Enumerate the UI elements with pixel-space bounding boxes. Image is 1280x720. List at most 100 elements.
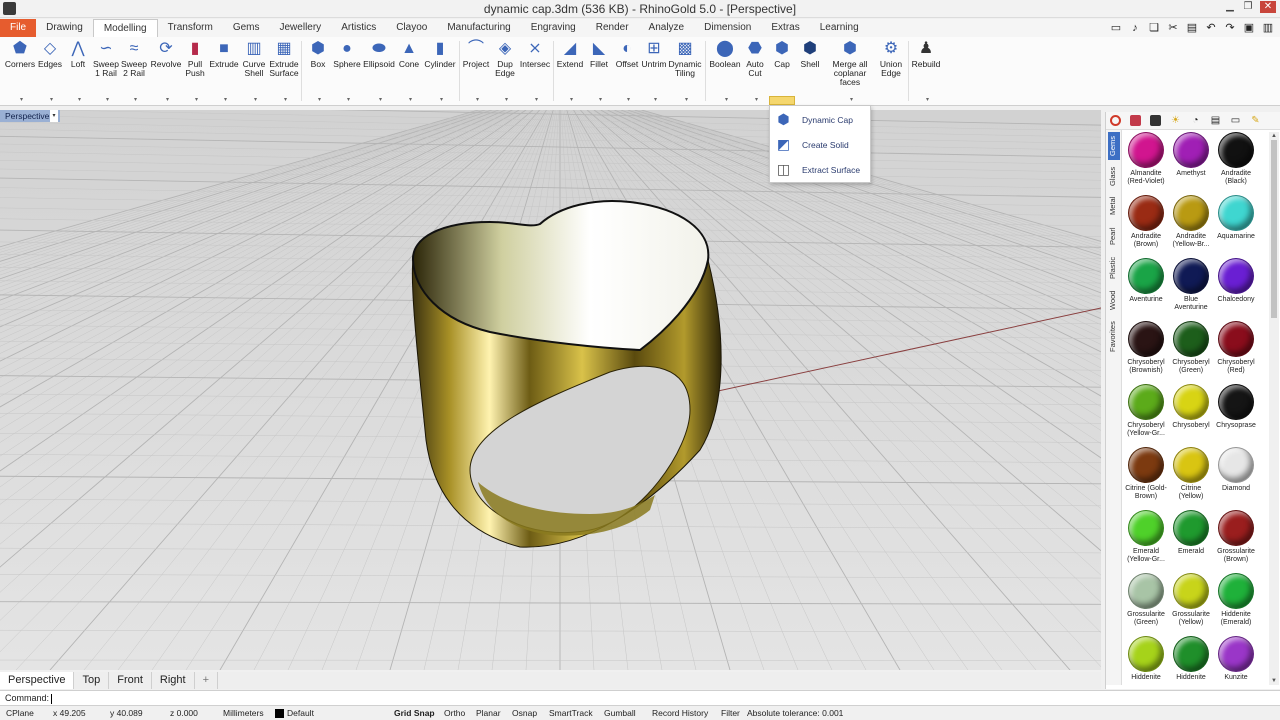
tab-drawing[interactable]: Drawing — [36, 19, 93, 37]
tab-top[interactable]: Top — [74, 672, 110, 689]
gem-swatch[interactable]: Chalcedony — [1214, 258, 1258, 318]
gem-swatch[interactable]: Amethyst — [1169, 132, 1213, 192]
gem-swatch[interactable]: Emerald — [1169, 510, 1213, 570]
extend-button[interactable]: ◢ Extend ▾ — [555, 40, 585, 103]
microphone-icon[interactable]: ♪ — [1129, 22, 1141, 34]
side-tab-plastic[interactable]: Plastic — [1108, 252, 1120, 284]
status-units[interactable]: Millimeters — [223, 706, 264, 720]
material-icon[interactable] — [1130, 115, 1141, 126]
minimize-icon[interactable]: ▁ — [1224, 1, 1236, 13]
offset-button[interactable]: ◐ Offset ▾ — [613, 40, 641, 103]
sweep-1-rail-button[interactable]: ∽ Sweep 1 Rail ▾ — [92, 40, 120, 103]
gem-swatch[interactable]: Andradite (Brown) — [1124, 195, 1168, 255]
menu-item-dynamic-cap[interactable]: ⬢ Dynamic Cap — [770, 109, 870, 131]
add-viewport-icon[interactable]: + — [195, 672, 219, 689]
project-button[interactable]: ⌒ Project ▾ — [461, 40, 491, 103]
extrude-button[interactable]: ■ Extrude ▾ — [209, 40, 239, 103]
gem-swatch[interactable]: Andradite (Yellow-Br... — [1169, 195, 1213, 255]
status-layer[interactable]: Default — [275, 706, 314, 720]
ellipsoid-button[interactable]: ⬬ Ellipsoid ▾ — [363, 40, 395, 103]
gem-swatch[interactable]: Chrysoberyl (Brownish) — [1124, 321, 1168, 381]
gem-swatch[interactable]: Citrine (Gold-Brown) — [1124, 447, 1168, 507]
gem-swatch[interactable]: Almandite (Red-Violet) — [1124, 132, 1168, 192]
curve-shell-button[interactable]: ▥ Curve Shell ▾ — [240, 40, 268, 103]
corners-button[interactable]: ⬟ Corners ▾ — [4, 40, 36, 103]
gem-swatch[interactable]: Chrysoberyl — [1169, 384, 1213, 444]
gem-swatch[interactable]: Diamond — [1214, 447, 1258, 507]
menu-item-create-solid[interactable]: ◩ Create Solid — [770, 134, 870, 156]
toggle-planar[interactable]: Planar — [476, 706, 501, 720]
toggle-grid-snap[interactable]: Grid Snap — [394, 706, 435, 720]
cut-icon[interactable]: ✂ — [1167, 22, 1179, 34]
sphere-button[interactable]: ● Sphere ▾ — [332, 40, 362, 103]
auto-cut-button[interactable]: ⬣ Auto Cut ▾ — [742, 40, 768, 103]
scroll-up-icon[interactable]: ▲ — [1269, 132, 1279, 140]
side-tab-favorites[interactable]: Favorites — [1108, 316, 1120, 358]
gem-swatch[interactable]: Andradite (Black) — [1214, 132, 1258, 192]
gem-swatch[interactable]: Aventurine — [1124, 258, 1168, 318]
window-icon[interactable]: ▭ — [1230, 115, 1241, 126]
gem-swatch[interactable]: Grossularite (Yellow) — [1169, 573, 1213, 633]
cylinder-button[interactable]: ▮ Cylinder ▾ — [423, 40, 457, 103]
gem-swatch[interactable]: Grossularite (Brown) — [1214, 510, 1258, 570]
gem-swatch[interactable]: Hiddenite (Emerald) — [1214, 573, 1258, 633]
side-tab-pearl[interactable]: Pearl — [1108, 222, 1120, 250]
command-line[interactable]: Command: — [0, 690, 1280, 705]
toggle-ortho[interactable]: Ortho — [444, 706, 465, 720]
gem-swatch[interactable]: Aquamarine — [1214, 195, 1258, 255]
tab-jewellery[interactable]: Jewellery — [270, 19, 332, 37]
tab-file[interactable]: File — [0, 19, 37, 37]
camera-icon[interactable] — [1150, 115, 1161, 126]
undo-icon[interactable]: ↶ — [1205, 22, 1217, 34]
tab-right[interactable]: Right — [152, 672, 195, 689]
side-tab-gems[interactable]: Gems — [1108, 132, 1120, 160]
clock-icon[interactable]: ◔ — [1190, 115, 1201, 126]
render-icon[interactable] — [1110, 115, 1121, 126]
layers-icon[interactable]: ▤ — [1210, 115, 1221, 126]
gem-swatch[interactable]: Grossularite (Green) — [1124, 573, 1168, 633]
box-button[interactable]: ⬢ Box ▾ — [304, 40, 332, 103]
tab-dimension[interactable]: Dimension — [694, 19, 761, 37]
close-icon[interactable]: ✕ — [1260, 1, 1276, 13]
tab-render[interactable]: Render — [586, 19, 639, 37]
intersec-button[interactable]: ⨯ Intersec ▾ — [519, 40, 551, 103]
rebuild-button[interactable]: ♟ Rebuild ▾ — [910, 40, 942, 103]
toggle-smarttrack[interactable]: SmartTrack — [549, 706, 593, 720]
loft-button[interactable]: ⋀ Loft ▾ — [64, 40, 92, 103]
shell-button[interactable]: ⬢ Shell — [796, 40, 824, 69]
edges-button[interactable]: ◇ Edges ▾ — [36, 40, 64, 103]
gem-swatch[interactable]: Blue Aventurine — [1169, 258, 1213, 318]
toggle-gumball[interactable]: Gumball — [604, 706, 636, 720]
tab-manufacturing[interactable]: Manufacturing — [437, 19, 520, 37]
gem-swatch[interactable]: Chrysoprase — [1214, 384, 1258, 444]
gem-swatch[interactable]: Hiddenite — [1124, 636, 1168, 685]
trash-icon[interactable]: ▥ — [1262, 22, 1274, 34]
edit-icon[interactable]: ✎ — [1250, 115, 1261, 126]
redo-icon[interactable]: ↷ — [1224, 22, 1236, 34]
tab-transform[interactable]: Transform — [158, 19, 223, 37]
tab-clayoo[interactable]: Clayoo — [386, 19, 437, 37]
revolve-button[interactable]: ⟳ Revolve ▾ — [150, 40, 182, 103]
gem-swatch[interactable]: Chrysoberyl (Green) — [1169, 321, 1213, 381]
union-edge-button[interactable]: ⚙ Union Edge — [876, 40, 906, 78]
screen-icon[interactable]: ▭ — [1110, 22, 1122, 34]
scroll-thumb[interactable] — [1271, 140, 1277, 318]
tab-gems[interactable]: Gems — [223, 19, 270, 37]
merge-coplanar-faces-button[interactable]: ⬢ Merge all coplanar faces ▾ — [824, 40, 876, 103]
dup-edge-button[interactable]: ◈ Dup Edge ▾ — [491, 40, 519, 103]
boolean-button[interactable]: ⬤ Boolean ▾ — [708, 40, 742, 103]
restore-icon[interactable]: ❐ — [1242, 1, 1254, 13]
tab-learning[interactable]: Learning — [810, 19, 869, 37]
perspective-viewport[interactable] — [0, 110, 1101, 670]
gem-swatch[interactable]: Chrysoberyl (Red) — [1214, 321, 1258, 381]
fillet-button[interactable]: ◣ Fillet ▾ — [585, 40, 613, 103]
dynamic-tiling-button[interactable]: ▩ Dynamic Tiling ▾ — [668, 40, 702, 103]
toggle-filter[interactable]: Filter — [721, 706, 740, 720]
cap-button[interactable]: ⬢ Cap — [770, 40, 794, 69]
scroll-down-icon[interactable]: ▼ — [1269, 677, 1279, 685]
viewport-title-perspective[interactable]: Perspective ▾ — [0, 110, 60, 122]
tab-modelling[interactable]: Modelling — [92, 19, 158, 37]
paste-icon[interactable]: ▤ — [1186, 22, 1198, 34]
status-cplane[interactable]: CPlane — [6, 706, 34, 720]
gem-swatch[interactable]: Emerald (Yellow-Gr... — [1124, 510, 1168, 570]
